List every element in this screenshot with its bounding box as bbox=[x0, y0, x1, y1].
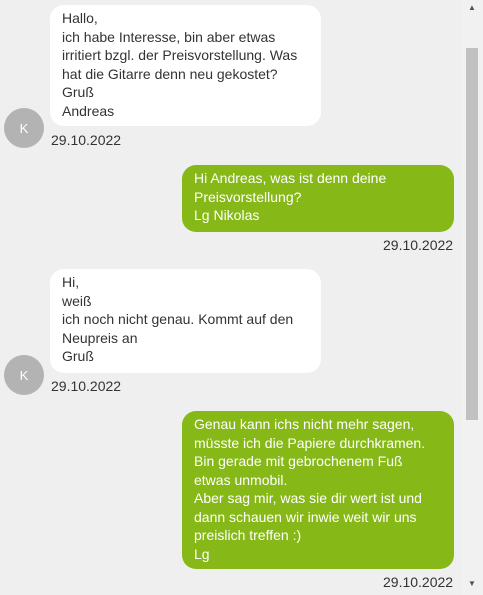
message-bubble-incoming: Hallo, ich habe Interesse, bin aber etwa… bbox=[50, 5, 321, 126]
message-timestamp: 29.10.2022 bbox=[383, 574, 454, 590]
chat-thread[interactable]: Hallo, ich habe Interesse, bin aber etwa… bbox=[0, 0, 461, 595]
message-timestamp: 29.10.2022 bbox=[51, 378, 122, 394]
message-bubble-outgoing: Genau kann ichs nicht mehr sagen, müsste… bbox=[182, 411, 454, 569]
message-bubble-outgoing: Hi Andreas, was ist denn deine Preisvors… bbox=[182, 165, 454, 232]
message-bubble-incoming: Hi, weiß ich noch nicht genau. Kommt auf… bbox=[50, 269, 321, 373]
avatar: K bbox=[4, 108, 44, 148]
message-timestamp: 29.10.2022 bbox=[383, 237, 454, 253]
message-timestamp: 29.10.2022 bbox=[51, 132, 122, 148]
scrollbar-thumb[interactable] bbox=[466, 48, 478, 420]
scrollbar[interactable]: ▲ ▼ bbox=[461, 0, 483, 595]
avatar: K bbox=[4, 355, 44, 395]
scroll-down-arrow-icon[interactable]: ▼ bbox=[461, 579, 483, 589]
scroll-up-arrow-icon[interactable]: ▲ bbox=[461, 3, 483, 13]
